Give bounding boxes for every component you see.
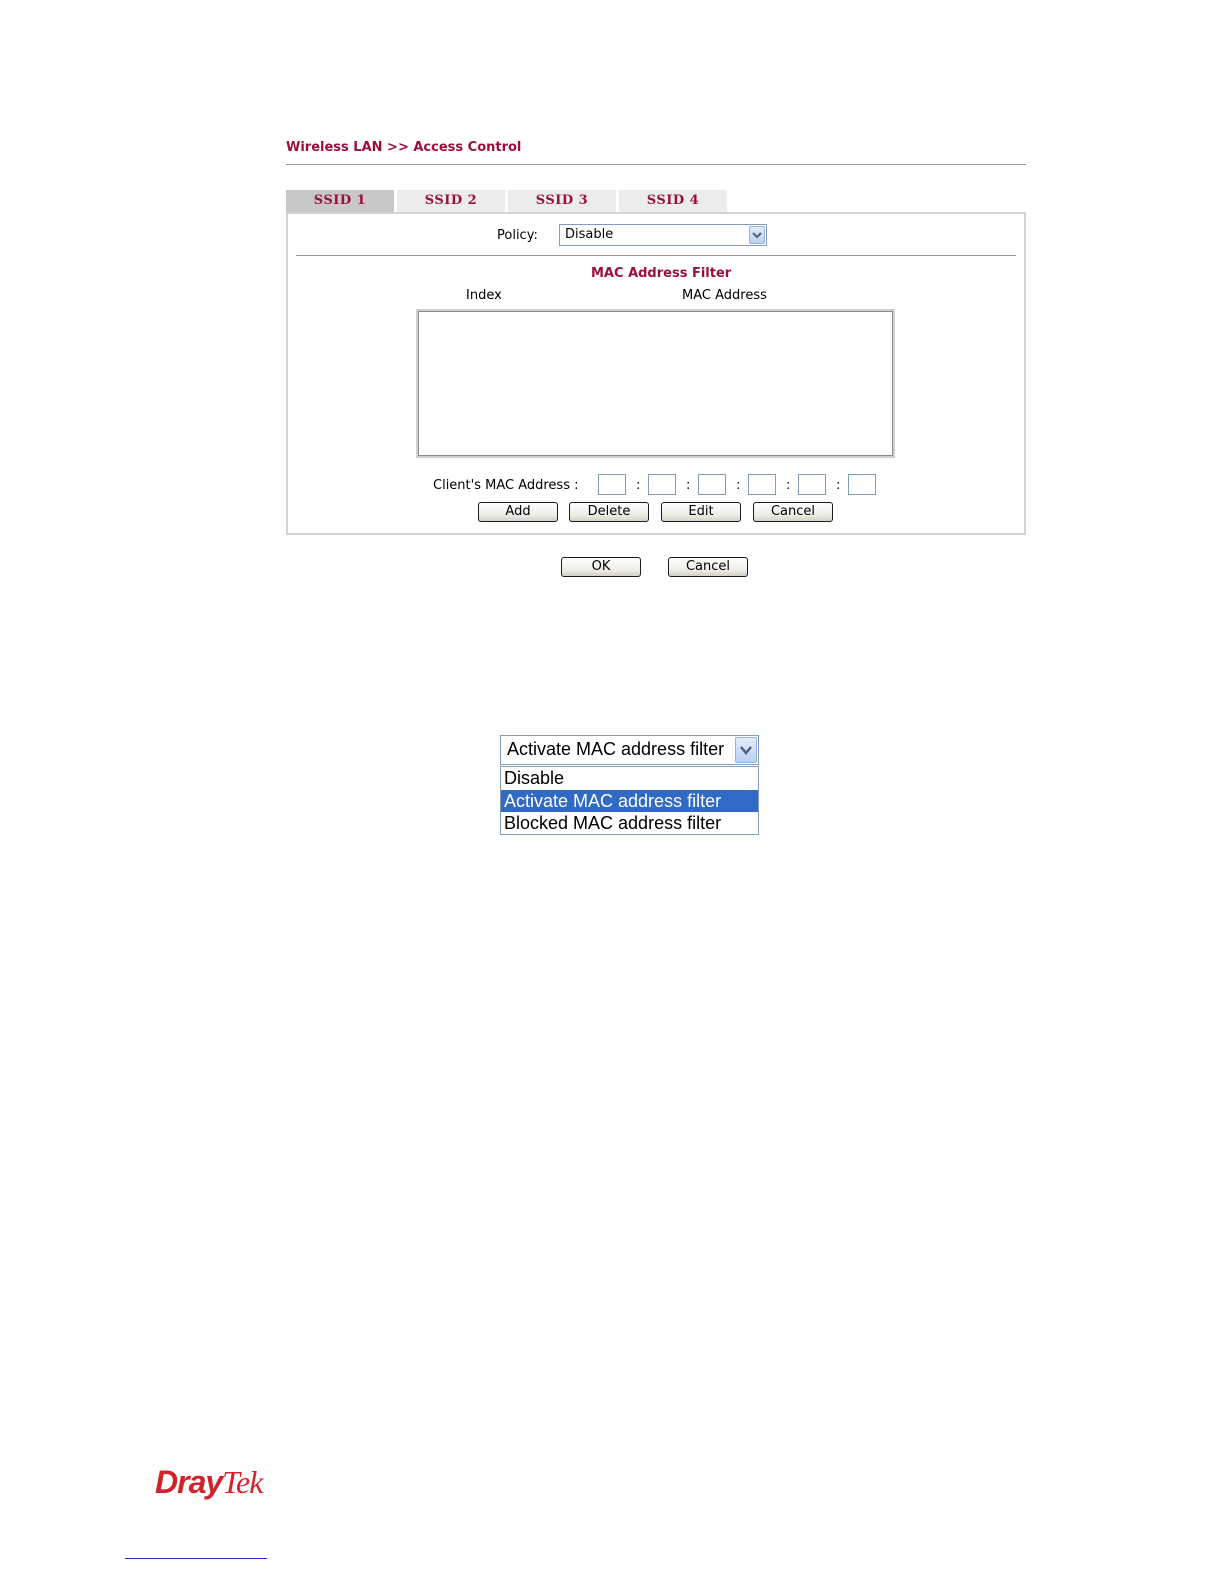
mac-separator: : bbox=[736, 478, 741, 493]
logo-part-dray: Dray bbox=[155, 1464, 223, 1500]
add-button[interactable]: Add bbox=[478, 502, 558, 522]
cancel-entry-button[interactable]: Cancel bbox=[753, 502, 833, 522]
option-disable[interactable]: Disable bbox=[501, 767, 758, 789]
mac-octet-5-input[interactable] bbox=[798, 474, 826, 495]
tab-ssid-4[interactable]: SSID 4 bbox=[619, 190, 727, 212]
policy-dropdown-example[interactable]: Activate MAC address filter bbox=[500, 735, 759, 765]
ok-button[interactable]: OK bbox=[561, 557, 641, 577]
mac-octet-2-input[interactable] bbox=[648, 474, 676, 495]
client-mac-label: Client's MAC Address : bbox=[433, 478, 579, 493]
policy-dropdown-selected: Activate MAC address filter bbox=[507, 739, 725, 759]
page-title: Wireless LAN >> Access Control bbox=[286, 140, 522, 155]
tab-ssid-3[interactable]: SSID 3 bbox=[508, 190, 616, 212]
logo-part-tek: Tek bbox=[222, 1464, 263, 1500]
option-activate-mac-filter[interactable]: Activate MAC address filter bbox=[501, 790, 758, 812]
mac-octet-1-input[interactable] bbox=[598, 474, 626, 495]
draytek-logo: DrayTek bbox=[155, 1464, 263, 1501]
delete-button[interactable]: Delete bbox=[569, 502, 649, 522]
mac-octet-4-input[interactable] bbox=[748, 474, 776, 495]
mac-separator: : bbox=[786, 478, 791, 493]
mac-separator: : bbox=[686, 478, 691, 493]
title-divider bbox=[286, 164, 1026, 165]
chevron-down-icon[interactable] bbox=[735, 737, 757, 763]
index-column-header: Index bbox=[466, 288, 502, 303]
chevron-down-icon[interactable] bbox=[749, 226, 765, 244]
mac-address-column-header: MAC Address bbox=[682, 288, 767, 303]
mac-address-list[interactable] bbox=[416, 309, 895, 458]
policy-dropdown-options: Disable Activate MAC address filter Bloc… bbox=[500, 766, 759, 835]
cancel-button[interactable]: Cancel bbox=[668, 557, 748, 577]
policy-select-value: Disable bbox=[565, 227, 614, 242]
policy-select[interactable]: Disable bbox=[559, 224, 767, 246]
mac-separator: : bbox=[836, 478, 841, 493]
panel-divider bbox=[296, 255, 1016, 256]
tab-ssid-1[interactable]: SSID 1 bbox=[286, 190, 394, 212]
mac-separator: : bbox=[636, 478, 641, 493]
mac-octet-6-input[interactable] bbox=[848, 474, 876, 495]
mac-octet-3-input[interactable] bbox=[698, 474, 726, 495]
tab-ssid-2[interactable]: SSID 2 bbox=[397, 190, 505, 212]
option-blocked-mac-filter[interactable]: Blocked MAC address filter bbox=[501, 812, 758, 834]
edit-button[interactable]: Edit bbox=[661, 502, 741, 522]
mac-filter-title: MAC Address Filter bbox=[591, 266, 732, 281]
policy-label: Policy: bbox=[497, 228, 538, 243]
footer-divider bbox=[125, 1558, 267, 1559]
